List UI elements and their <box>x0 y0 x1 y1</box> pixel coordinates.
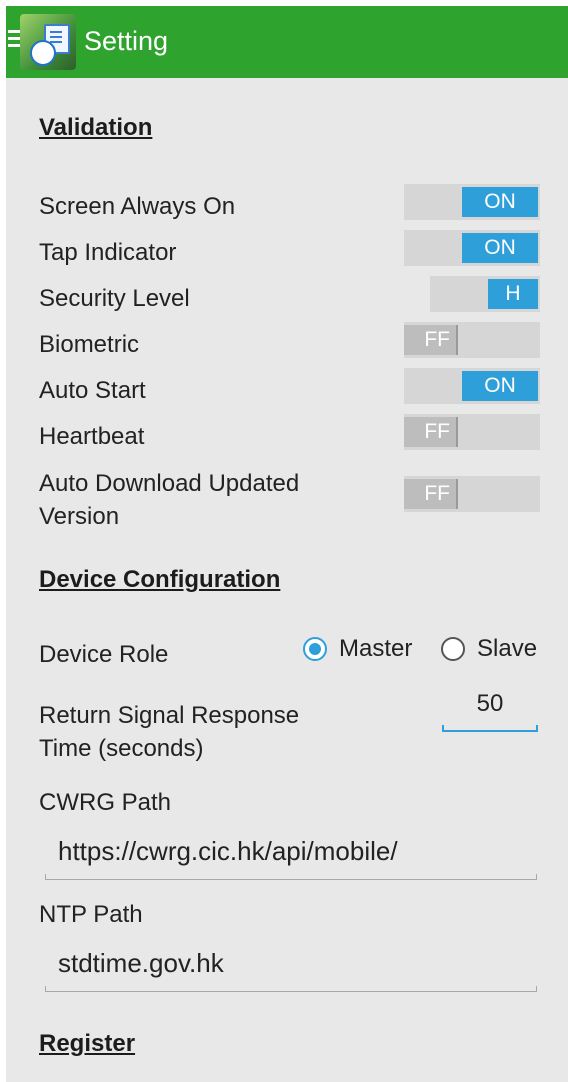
section-title-device-configuration: Device Configuration <box>39 566 281 593</box>
section-title-register: Register <box>39 1030 136 1057</box>
app-logo-icon <box>20 14 76 70</box>
app-bar: Setting <box>6 6 568 78</box>
toggle-state: ON <box>462 371 538 401</box>
label-ntp-path: NTP Path <box>39 901 143 928</box>
label-return-signal-line2: Time (seconds) <box>39 735 204 762</box>
radio-checked-icon <box>303 637 327 661</box>
toggle-tap-indicator[interactable]: ON <box>404 230 540 266</box>
ntp-path-input[interactable]: stdtime.gov.hk <box>45 940 537 992</box>
label-heartbeat: Heartbeat <box>39 423 145 450</box>
label-biometric: Biometric <box>39 331 140 358</box>
radio-master-label: Master <box>339 635 413 662</box>
toggle-state: ON <box>462 233 538 263</box>
toggle-state: FF <box>404 325 458 355</box>
label-auto-start: Auto Start <box>39 377 146 404</box>
radio-master[interactable]: Master <box>303 635 412 663</box>
label-cwrg-path: CWRG Path <box>39 789 172 816</box>
return-signal-time-value: 50 <box>476 690 504 717</box>
label-tap-indicator: Tap Indicator <box>39 239 177 266</box>
section-title-validation: Validation <box>39 114 153 141</box>
toggle-state: FF <box>404 417 458 447</box>
toggle-state: FF <box>404 479 458 509</box>
label-device-role: Device Role <box>39 641 169 668</box>
label-screen-always-on: Screen Always On <box>39 193 236 220</box>
toggle-state: ON <box>462 187 538 217</box>
radio-slave[interactable]: Slave <box>441 635 537 663</box>
ntp-path-value: stdtime.gov.hk <box>58 948 224 978</box>
toggle-state: H <box>488 279 538 309</box>
cwrg-path-value: https://cwrg.cic.hk/api/mobile/ <box>58 836 398 866</box>
label-return-signal-line1: Return Signal Response <box>39 702 300 729</box>
settings-screen: Setting Validation Screen Always On ON T… <box>6 6 568 1082</box>
radio-unchecked-icon <box>441 637 465 661</box>
page-title: Setting <box>84 26 169 56</box>
toggle-heartbeat[interactable]: FF <box>404 414 540 450</box>
toggle-screen-always-on[interactable]: ON <box>404 184 540 220</box>
toggle-auto-download[interactable]: FF <box>404 476 540 512</box>
toggle-security-level[interactable]: H <box>430 276 540 312</box>
toggle-auto-start[interactable]: ON <box>404 368 540 404</box>
cwrg-path-input[interactable]: https://cwrg.cic.hk/api/mobile/ <box>45 828 537 880</box>
return-signal-time-input[interactable]: 50 <box>442 690 538 732</box>
toggle-biometric[interactable]: FF <box>404 322 540 358</box>
label-auto-download-updated-version: Auto Download Updated Version <box>39 470 300 530</box>
radio-slave-label: Slave <box>477 635 538 662</box>
label-security-level: Security Level <box>39 285 190 312</box>
